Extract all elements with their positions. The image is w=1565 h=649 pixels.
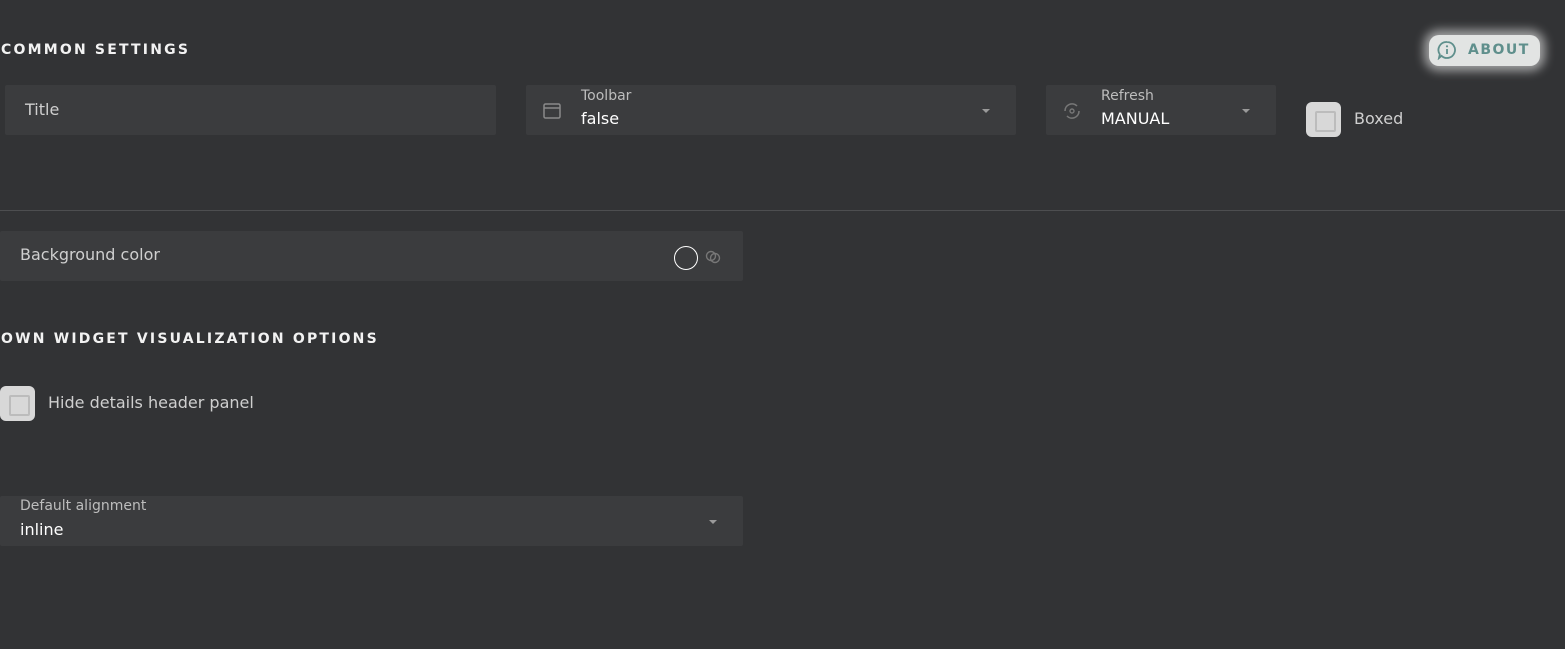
toolbar-select[interactable]: Toolbar false (526, 85, 1016, 135)
toolbar-label: Toolbar (581, 88, 632, 104)
chevron-down-icon (982, 109, 990, 113)
boxed-checkbox[interactable] (1306, 102, 1341, 137)
color-swatch[interactable] (674, 246, 698, 270)
background-color-field[interactable]: Background color (0, 231, 743, 281)
about-label: ABOUT (1468, 42, 1530, 58)
toolbar-value: false (581, 109, 620, 128)
refresh-icon (1064, 103, 1080, 119)
hide-header-label: Hide details header panel (48, 393, 254, 412)
chevron-down-icon (1242, 109, 1250, 113)
hide-header-checkbox[interactable] (0, 386, 35, 421)
boxed-label: Boxed (1354, 109, 1404, 128)
about-button[interactable]: ABOUT (1429, 35, 1540, 66)
refresh-select[interactable]: Refresh MANUAL (1046, 85, 1276, 135)
default-alignment-select[interactable]: Default alignment inline (0, 496, 743, 546)
common-settings-heading: COMMON SETTINGS (1, 42, 191, 58)
clapperboard-icon (543, 103, 561, 119)
divider (0, 210, 1565, 211)
title-placeholder: Title (25, 100, 60, 119)
refresh-value: MANUAL (1101, 109, 1170, 128)
alignment-value: inline (20, 520, 64, 539)
background-color-label: Background color (20, 245, 160, 264)
color-unlink-icon[interactable] (704, 248, 722, 266)
chevron-down-icon (709, 520, 717, 524)
title-input[interactable]: Title (5, 85, 496, 135)
refresh-label: Refresh (1101, 88, 1154, 104)
alignment-label: Default alignment (20, 498, 147, 514)
own-options-heading: OWN WIDGET VISUALIZATION OPTIONS (1, 331, 379, 347)
info-chat-icon (1437, 41, 1456, 60)
